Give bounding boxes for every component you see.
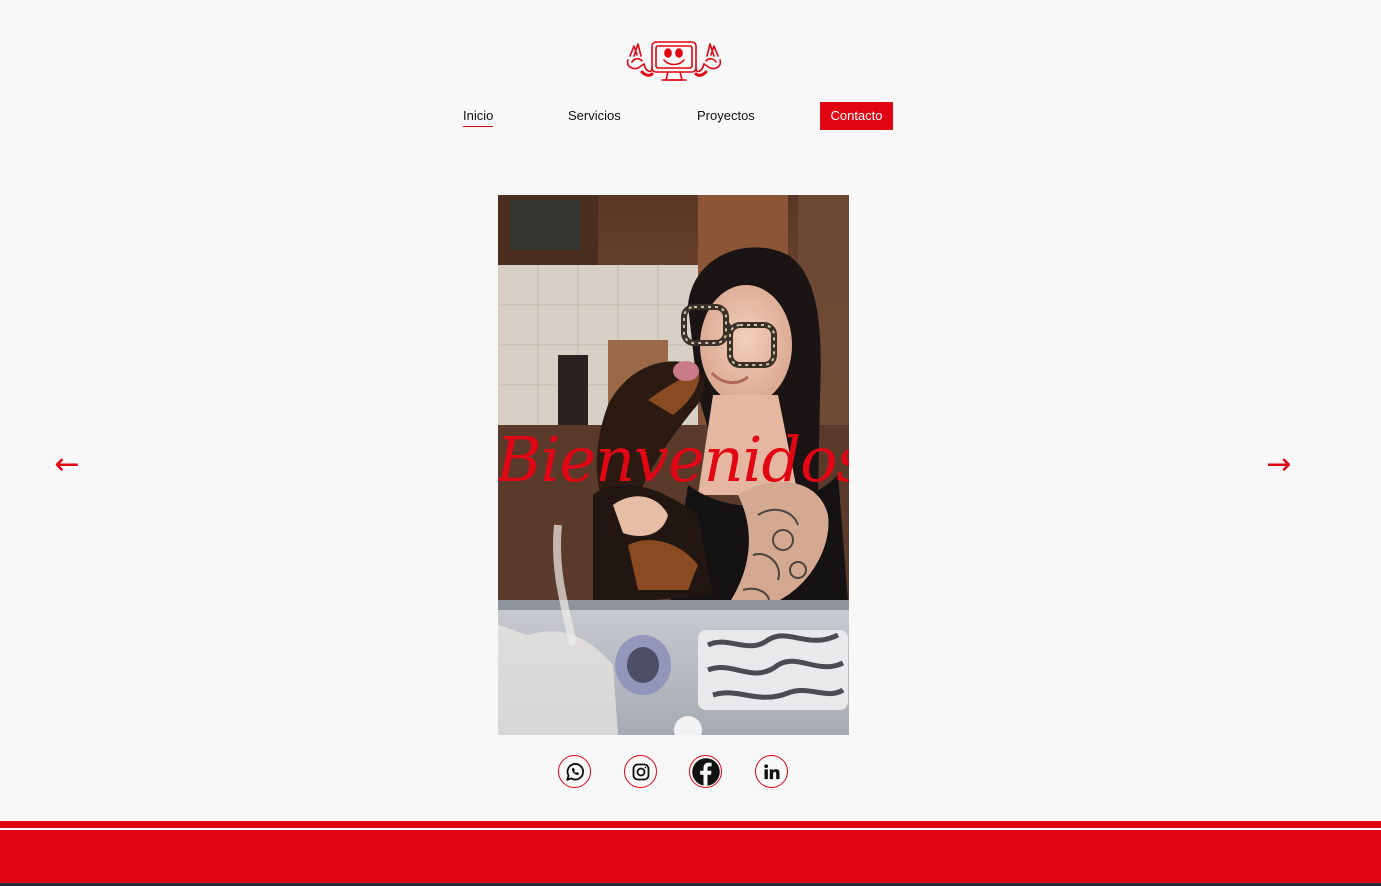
nav-item-proyectos[interactable]: Proyectos [697,102,755,130]
hero-title: Bienvenidos! [498,423,849,496]
facebook-link[interactable] [689,755,722,788]
carousel-prev-button[interactable]: ← [52,448,82,482]
linkedin-icon [763,763,779,779]
page: Inicio Servicios Proyectos Contacto ← → [0,0,1381,886]
facebook-icon [691,757,720,786]
monitor-mascot-logo-icon[interactable] [624,38,724,86]
instagram-icon [632,763,649,780]
instagram-link[interactable] [624,755,657,788]
whatsapp-icon [565,762,584,781]
arrow-right-icon: → [1266,447,1292,482]
footer-top-band [0,821,1381,828]
arrow-left-icon: ← [54,447,80,482]
nav-item-inicio[interactable]: Inicio [463,102,494,130]
carousel-next-button[interactable]: → [1264,448,1294,482]
linkedin-link[interactable] [755,755,788,788]
hero-slide: Bienvenidos! [498,195,849,735]
whatsapp-link[interactable] [558,755,591,788]
main-nav: Inicio Servicios Proyectos Contacto [0,102,1381,130]
nav-item-contacto-button[interactable]: Contacto [820,102,893,130]
footer [0,830,1381,883]
nav-item-servicios[interactable]: Servicios [568,102,621,130]
